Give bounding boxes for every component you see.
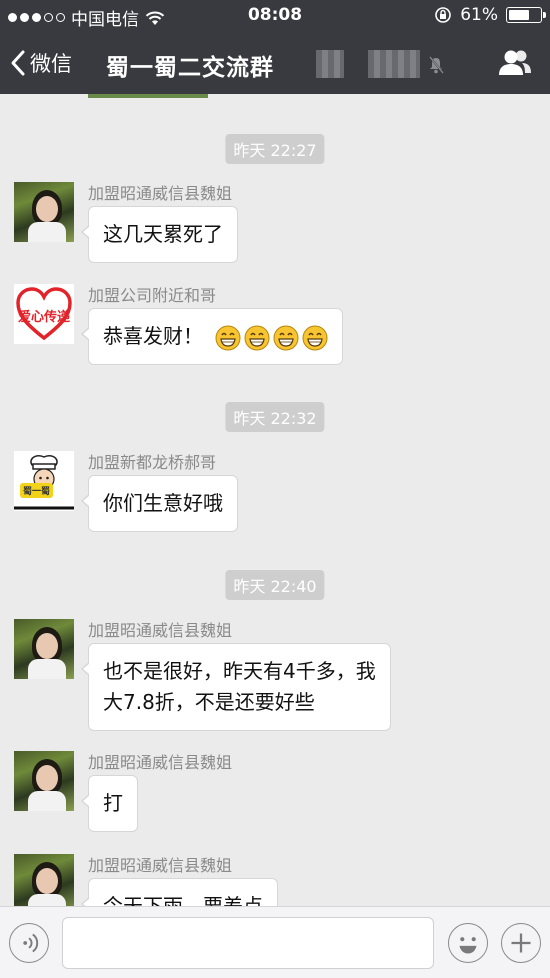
message-row: 加盟昭通威信县魏姐 今天下雨，要差点 [14, 854, 536, 906]
grin-emoji-icon [215, 325, 241, 350]
grin-emoji-icon [244, 325, 270, 350]
status-bar: 中国电信 08:08 61% [0, 0, 550, 34]
mute-icon [429, 56, 444, 74]
grin-emoji-icon [273, 325, 299, 350]
timestamp: 昨天 22:40 [225, 570, 325, 600]
message-bubble[interactable]: 也不是很好，昨天有4千多，我 大7.8折，不是还要好些 [81, 643, 391, 731]
message-text: 打 [103, 791, 123, 815]
message-text-line: 也不是很好，昨天有4千多，我 [103, 659, 376, 683]
status-right: 61% [434, 5, 546, 25]
chat-title: 蜀一蜀二交流群 [106, 55, 274, 81]
message-row: 加盟昭通威信县魏姐 打 [14, 751, 536, 841]
message-text-line: 大7.8折，不是还要好些 [103, 690, 315, 714]
avatar[interactable]: 蜀一蜀 [14, 451, 74, 511]
message-input[interactable] [62, 917, 434, 969]
emoji-icon[interactable] [448, 923, 488, 963]
message-text: 这几天累死了 [103, 222, 223, 246]
battery-icon [506, 7, 546, 23]
avatar-text: 爱心传递 [17, 310, 70, 325]
avatar[interactable] [14, 182, 74, 242]
message-text: 恭喜发财！ [103, 324, 203, 348]
group-members-icon[interactable] [498, 48, 532, 78]
message-row: 加盟昭通威信县魏姐 也不是很好，昨天有4千多，我 大7.8折，不是还要好些 [14, 619, 536, 739]
back-label: 微信 [30, 52, 72, 76]
message-bubble[interactable]: 今天下雨，要差点 [81, 878, 278, 906]
message-bubble[interactable]: 你们生意好哦 [81, 475, 238, 532]
nav-bar: 微信 蜀一蜀二交流群 [0, 34, 550, 94]
chef-mascot-icon [14, 454, 74, 510]
avatar[interactable]: 爱心传递 [14, 284, 74, 344]
avatar[interactable] [14, 854, 74, 906]
redacted-block [368, 50, 420, 78]
avatar[interactable] [14, 751, 74, 811]
message-row: 蜀一蜀 加盟新都龙桥郝哥 你们生意好哦 [14, 451, 536, 541]
sender-name: 加盟昭通威信县魏姐 [88, 621, 233, 640]
avatar[interactable] [14, 619, 74, 679]
sender-name: 加盟昭通威信县魏姐 [88, 856, 233, 875]
message-bubble[interactable]: 打 [81, 775, 138, 832]
chevron-left-icon [11, 50, 25, 76]
message-row: 爱心传递 加盟公司附近和哥 恭喜发财！ [14, 284, 536, 374]
sender-name: 加盟昭通威信县魏姐 [88, 753, 233, 772]
sender-name: 加盟昭通威信县魏姐 [88, 184, 233, 203]
timestamp: 昨天 22:32 [225, 402, 325, 432]
sender-name: 加盟新都龙桥郝哥 [88, 453, 217, 472]
message-row: 加盟昭通威信县魏姐 这几天累死了 [14, 182, 536, 272]
voice-icon[interactable] [9, 923, 49, 963]
timestamp: 昨天 22:27 [225, 134, 325, 164]
message-text: 今天下雨，要差点 [103, 894, 263, 906]
battery-percent: 61% [460, 5, 498, 25]
chat-area[interactable]: 昨天 22:27 加盟昭通威信县魏姐 这几天累死了 爱心传递 加盟公司附近和哥 … [0, 94, 550, 906]
avatar-text: 蜀一蜀 [20, 483, 54, 498]
rotation-lock-icon [435, 7, 452, 23]
back-button[interactable]: 微信 [10, 48, 72, 78]
grin-emoji-icon [302, 325, 328, 350]
redacted-block [316, 50, 344, 78]
message-text: 你们生意好哦 [103, 491, 223, 515]
plus-icon[interactable] [501, 923, 541, 963]
message-bubble[interactable]: 恭喜发财！ [80, 308, 344, 365]
emoji-group [215, 325, 328, 351]
sender-name: 加盟公司附近和哥 [88, 286, 217, 305]
input-bar [0, 906, 550, 978]
message-bubble[interactable]: 这几天累死了 [81, 206, 238, 263]
